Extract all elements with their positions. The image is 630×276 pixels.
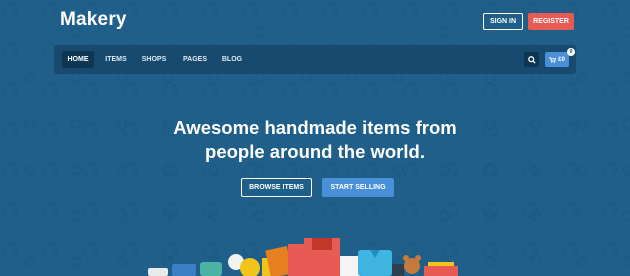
handmade-items-illustration bbox=[148, 238, 458, 276]
